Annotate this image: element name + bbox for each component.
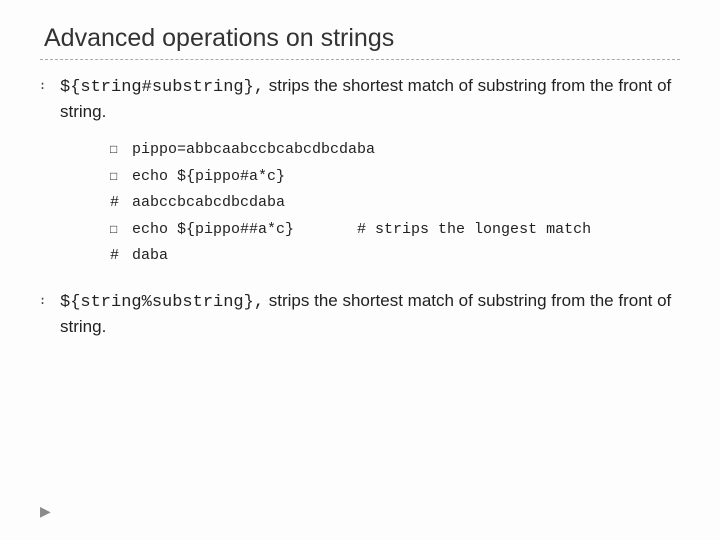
- term-line-3: □ echo ${pippo##a*c} # strips the longes…: [110, 216, 680, 243]
- bullet-text-2: ${string%substring}, strips the shortest…: [60, 289, 680, 339]
- bullet-marker-icon: ։: [40, 74, 60, 124]
- term-line-4: # daba: [110, 243, 680, 269]
- term-line-0: □ pippo=abbcaabccbcabcdbcdaba: [110, 136, 680, 163]
- term-text: echo ${pippo##a*c} # strips the longest …: [132, 217, 591, 243]
- term-text: pippo=abbcaabccbcabcdbcdaba: [132, 137, 375, 163]
- prompt-square-icon: □: [110, 163, 132, 189]
- code-span-2: ${string%substring},: [60, 293, 264, 312]
- terminal-block: □ pippo=abbcaabccbcabcdbcdaba □ echo ${p…: [110, 136, 680, 269]
- term-line-1: □ echo ${pippo#a*c}: [110, 163, 680, 190]
- prompt-hash-icon: #: [110, 190, 132, 216]
- term-line-2: # aabccbcabcdbcdaba: [110, 190, 680, 216]
- title-divider: [40, 59, 680, 60]
- term-text: daba: [132, 243, 168, 269]
- code-span-1: ${string#substring},: [60, 78, 264, 97]
- prompt-hash-icon: #: [110, 243, 132, 269]
- term-text: aabccbcabcdbcdaba: [132, 190, 285, 216]
- slide-title: Advanced operations on strings: [40, 24, 680, 53]
- bullet-text-1: ${string#substring}, strips the shortest…: [60, 74, 680, 124]
- bullet-marker-icon: ։: [40, 289, 60, 339]
- prompt-square-icon: □: [110, 136, 132, 162]
- bullet-item-2: ։ ${string%substring}, strips the shorte…: [40, 289, 680, 339]
- term-text: echo ${pippo#a*c}: [132, 164, 285, 190]
- slide-arrow-icon: ▶: [40, 503, 51, 520]
- prompt-square-icon: □: [110, 216, 132, 242]
- bullet-item-1: ։ ${string#substring}, strips the shorte…: [40, 74, 680, 124]
